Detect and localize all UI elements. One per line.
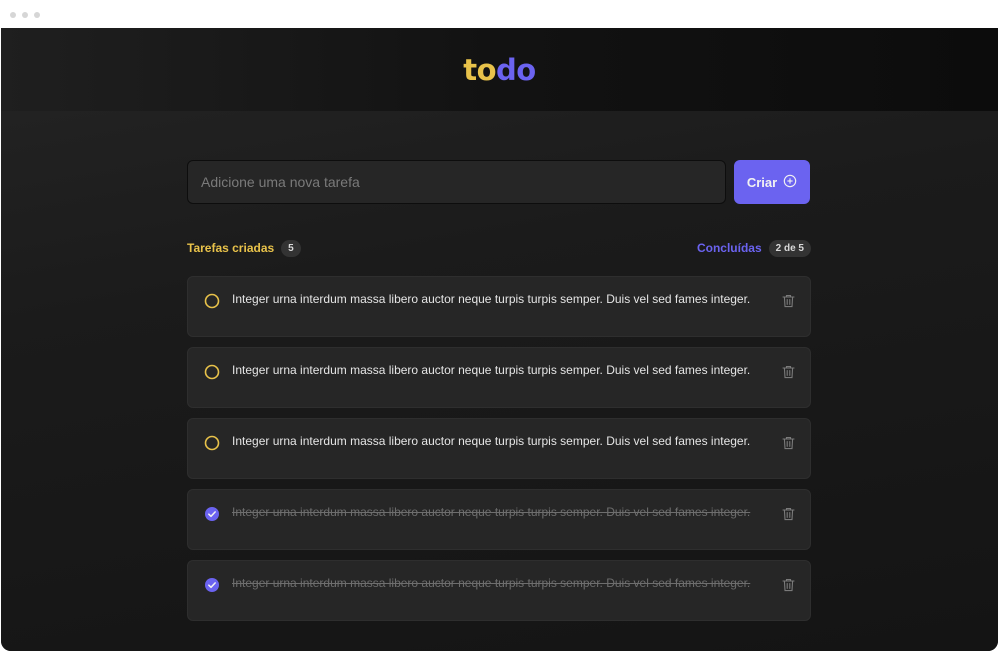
task-text: Integer urna interdum massa libero aucto…	[232, 434, 751, 448]
trash-icon[interactable]	[779, 292, 797, 310]
check-circle-icon[interactable]	[203, 505, 221, 523]
done-tasks-label: Concluídas	[696, 241, 762, 255]
trash-icon[interactable]	[779, 576, 797, 594]
task-item: Integer urna interdum massa libero aucto…	[187, 560, 811, 621]
done-tasks-count: 2 de 5	[768, 239, 811, 257]
window-controls	[10, 12, 40, 18]
done-tasks-info: Concluídas 2 de 5	[696, 239, 811, 257]
trash-icon[interactable]	[779, 363, 797, 381]
created-tasks-count: 5	[281, 239, 301, 257]
app-frame: todo Criar Tarefas criadas 5	[1, 28, 998, 651]
main-content: Criar Tarefas criadas 5 Concluídas 2 de …	[1, 111, 998, 651]
window-dot	[10, 12, 16, 18]
create-button-label: Criar	[746, 174, 778, 190]
task-item: Integer urna interdum massa libero aucto…	[187, 418, 811, 479]
task-item: Integer urna interdum massa libero aucto…	[187, 276, 811, 337]
window-dot	[34, 12, 40, 18]
task-text: Integer urna interdum massa libero aucto…	[232, 363, 751, 377]
created-tasks-info: Tarefas criadas 5	[187, 239, 301, 257]
task-item: Integer urna interdum massa libero aucto…	[187, 489, 811, 550]
new-task-input[interactable]	[187, 160, 726, 204]
task-text: Integer urna interdum massa libero aucto…	[232, 576, 751, 590]
task-text: Integer urna interdum massa libero aucto…	[232, 505, 751, 519]
create-task-button[interactable]: Criar	[734, 160, 810, 204]
window-dot	[22, 12, 28, 18]
todo-logo: todo	[463, 52, 536, 87]
task-item: Integer urna interdum massa libero aucto…	[187, 347, 811, 408]
circle-outline-icon[interactable]	[203, 292, 221, 310]
window-chrome	[0, 0, 999, 28]
task-list: Integer urna interdum massa libero aucto…	[187, 276, 811, 631]
new-task-form: Criar	[187, 160, 810, 204]
trash-icon[interactable]	[779, 505, 797, 523]
circle-outline-icon[interactable]	[203, 434, 221, 452]
circle-outline-icon[interactable]	[203, 363, 221, 381]
task-text: Integer urna interdum massa libero aucto…	[232, 292, 751, 306]
plus-circle-icon	[783, 174, 797, 191]
logo-part-do: do	[496, 52, 536, 87]
tasks-summary: Tarefas criadas 5 Concluídas 2 de 5	[187, 238, 811, 258]
check-circle-icon[interactable]	[203, 576, 221, 594]
trash-icon[interactable]	[779, 434, 797, 452]
created-tasks-label: Tarefas criadas	[187, 241, 275, 255]
app-header: todo	[1, 28, 998, 111]
logo-part-to: to	[463, 52, 497, 87]
